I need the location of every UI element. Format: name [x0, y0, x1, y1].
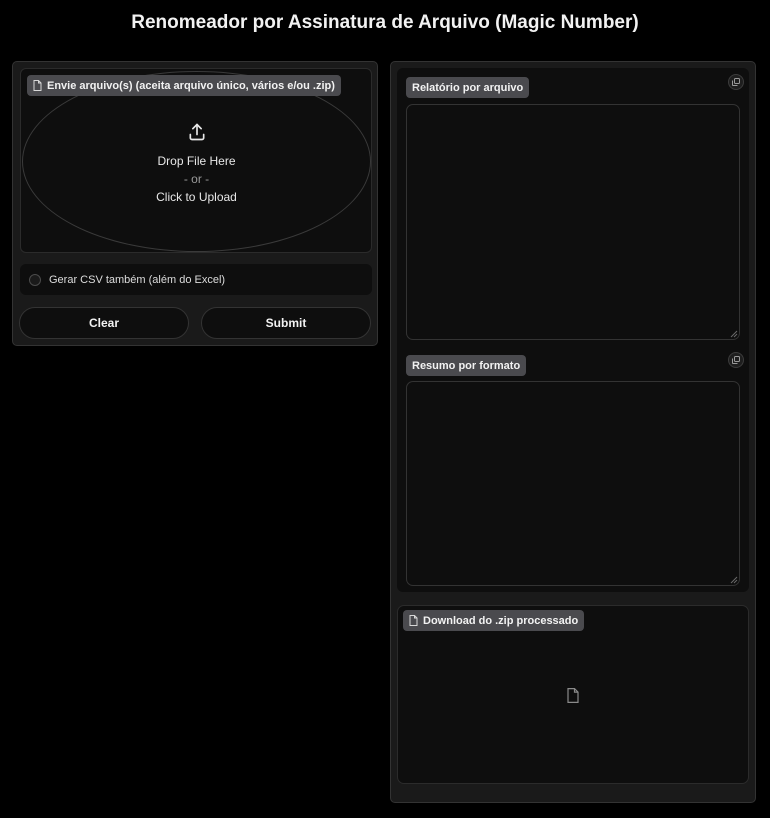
download-output[interactable]: Download do .zip processado — [397, 605, 749, 784]
csv-checkbox[interactable] — [29, 273, 41, 286]
report-copy-button[interactable] — [728, 74, 744, 90]
upload-label: Envie arquivo(s) (aceita arquivo único, … — [27, 75, 341, 96]
file-icon — [33, 80, 42, 91]
drop-file-text: Drop File Here — [157, 153, 236, 168]
download-label-text: Download do .zip processado — [423, 614, 579, 627]
summary-textarea[interactable] — [406, 381, 740, 586]
app-page: Renomeador por Assinatura de Arquivo (Ma… — [0, 0, 770, 818]
csv-checkbox-label: Gerar CSV também (além do Excel) — [49, 273, 226, 286]
resize-handle-icon[interactable] — [730, 330, 738, 338]
click-to-upload-text: Click to Upload — [156, 189, 237, 204]
copy-icon — [732, 78, 740, 86]
summary-label: Resumo por formato — [406, 355, 527, 376]
file-upload: Drop File Here - or - Click to Upload En… — [20, 68, 372, 253]
or-text: - or - — [183, 171, 210, 186]
resize-handle-icon[interactable] — [730, 576, 738, 584]
upload-dropzone[interactable]: Drop File Here - or - Click to Upload — [22, 71, 371, 252]
clear-button[interactable]: Clear — [19, 307, 189, 339]
download-label: Download do .zip processado — [403, 610, 585, 631]
summary-copy-button[interactable] — [728, 352, 744, 368]
upload-label-text: Envie arquivo(s) (aceita arquivo único, … — [47, 79, 335, 92]
submit-button[interactable]: Submit — [201, 307, 371, 339]
report-textarea[interactable] — [406, 104, 740, 340]
empty-file-icon — [567, 688, 579, 703]
summary-label-text: Resumo por formato — [412, 359, 521, 372]
report-label: Relatório por arquivo — [406, 77, 530, 98]
output-panel: Relatório por arquivo Resumo por formato — [390, 61, 756, 803]
upload-icon — [189, 123, 204, 140]
text-outputs: Relatório por arquivo Resumo por formato — [397, 68, 749, 592]
report-label-text: Relatório por arquivo — [412, 81, 524, 94]
file-icon — [409, 615, 418, 626]
page-title: Renomeador por Assinatura de Arquivo (Ma… — [131, 12, 639, 33]
input-panel: Drop File Here - or - Click to Upload En… — [12, 61, 378, 346]
csv-option[interactable]: Gerar CSV também (além do Excel) — [20, 264, 372, 295]
copy-icon — [732, 356, 740, 364]
